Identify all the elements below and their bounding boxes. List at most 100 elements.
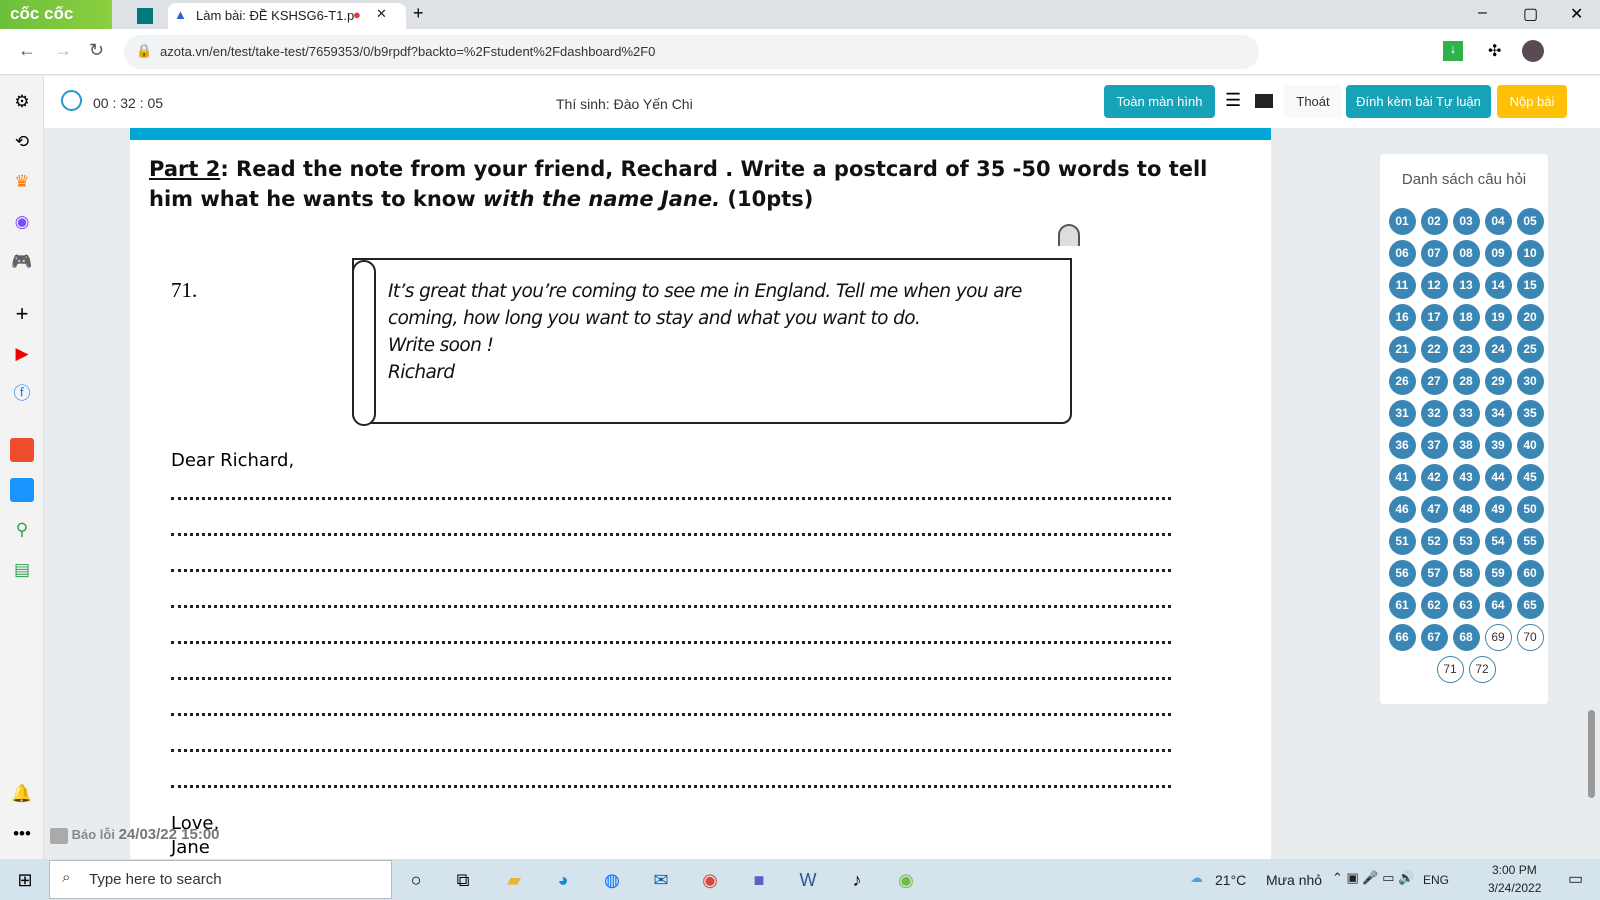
close-window-button[interactable]: ✕ — [1570, 4, 1583, 24]
question-button-52[interactable]: 52 — [1420, 528, 1448, 555]
game-icon[interactable]: 🎮 — [10, 250, 34, 274]
question-button-54[interactable]: 54 — [1484, 528, 1512, 555]
forward-button[interactable]: → — [54, 40, 72, 61]
maximize-button[interactable]: ▢ — [1523, 4, 1538, 24]
maps-icon[interactable]: ⚲ — [10, 518, 34, 542]
question-button-31[interactable]: 31 — [1388, 400, 1416, 427]
tiktok-icon[interactable]: ♪ — [844, 867, 870, 893]
extensions-icon[interactable]: ✣ — [1488, 41, 1501, 61]
question-button-20[interactable]: 20 — [1516, 304, 1544, 331]
question-button-44[interactable]: 44 — [1484, 464, 1512, 491]
action-center-icon[interactable]: ▭ — [1568, 869, 1583, 889]
question-button-58[interactable]: 58 — [1452, 560, 1480, 587]
question-button-18[interactable]: 18 — [1452, 304, 1480, 331]
question-button-47[interactable]: 47 — [1420, 496, 1448, 523]
back-button[interactable]: ← — [18, 40, 36, 61]
question-button-40[interactable]: 40 — [1516, 432, 1544, 459]
question-button-37[interactable]: 37 — [1420, 432, 1448, 459]
weather-temp[interactable]: 21°C — [1215, 872, 1246, 888]
question-button-15[interactable]: 15 — [1516, 272, 1544, 299]
shopee-icon[interactable] — [10, 438, 34, 462]
submit-button[interactable]: Nộp bài — [1497, 85, 1567, 118]
coccoc-taskbar-icon[interactable]: ◉ — [893, 867, 919, 893]
question-button-03[interactable]: 03 — [1452, 208, 1480, 235]
question-button-72[interactable]: 72 — [1468, 656, 1496, 683]
question-button-19[interactable]: 19 — [1484, 304, 1512, 331]
list-view-icon[interactable]: ☰ — [1225, 90, 1241, 111]
url-input[interactable]: 🔒 azota.vn/en/test/take-test/7659353/0/b… — [124, 35, 1259, 69]
fullscreen-button[interactable]: Toàn màn hình — [1104, 85, 1215, 118]
question-button-04[interactable]: 04 — [1484, 208, 1512, 235]
question-button-25[interactable]: 25 — [1516, 336, 1544, 363]
question-button-29[interactable]: 29 — [1484, 368, 1512, 395]
clock-time[interactable]: 3:00 PM — [1492, 863, 1537, 877]
question-button-22[interactable]: 22 — [1420, 336, 1448, 363]
question-button-38[interactable]: 38 — [1452, 432, 1480, 459]
question-button-63[interactable]: 63 — [1452, 592, 1480, 619]
question-button-41[interactable]: 41 — [1388, 464, 1416, 491]
question-button-17[interactable]: 17 — [1420, 304, 1448, 331]
question-button-53[interactable]: 53 — [1452, 528, 1480, 555]
question-button-06[interactable]: 06 — [1388, 240, 1416, 267]
download-icon[interactable]: ↓ — [1443, 41, 1463, 61]
question-button-39[interactable]: 39 — [1484, 432, 1512, 459]
question-button-45[interactable]: 45 — [1516, 464, 1544, 491]
question-button-59[interactable]: 59 — [1484, 560, 1512, 587]
question-button-26[interactable]: 26 — [1388, 368, 1416, 395]
windows-start-icon[interactable]: ⊞ — [12, 867, 38, 893]
question-button-12[interactable]: 12 — [1420, 272, 1448, 299]
question-button-13[interactable]: 13 — [1452, 272, 1480, 299]
more-icon[interactable]: ••• — [10, 822, 34, 846]
question-button-67[interactable]: 67 — [1420, 624, 1448, 651]
weather-desc[interactable]: Mưa nhỏ — [1266, 872, 1322, 888]
tray-icons[interactable]: ⌃ ▣ 🎤 ▭ 🔊 — [1332, 870, 1414, 886]
question-button-32[interactable]: 32 — [1420, 400, 1448, 427]
question-button-30[interactable]: 30 — [1516, 368, 1544, 395]
question-button-42[interactable]: 42 — [1420, 464, 1448, 491]
close-tab-icon[interactable]: ✕ — [376, 6, 387, 22]
question-button-66[interactable]: 66 — [1388, 624, 1416, 651]
sheet-icon[interactable]: ▤ — [10, 558, 34, 582]
question-button-50[interactable]: 50 — [1516, 496, 1544, 523]
question-button-69[interactable]: 69 — [1484, 624, 1512, 651]
question-button-70[interactable]: 70 — [1516, 624, 1544, 651]
question-button-46[interactable]: 46 — [1388, 496, 1416, 523]
question-button-65[interactable]: 65 — [1516, 592, 1544, 619]
question-button-28[interactable]: 28 — [1452, 368, 1480, 395]
youtube-icon[interactable]: ▶ — [10, 342, 34, 366]
question-button-35[interactable]: 35 — [1516, 400, 1544, 427]
clock-date[interactable]: 3/24/2022 — [1488, 881, 1541, 895]
question-button-34[interactable]: 34 — [1484, 400, 1512, 427]
question-button-23[interactable]: 23 — [1452, 336, 1480, 363]
question-button-51[interactable]: 51 — [1388, 528, 1416, 555]
question-button-33[interactable]: 33 — [1452, 400, 1480, 427]
question-button-08[interactable]: 08 — [1452, 240, 1480, 267]
chrome-icon[interactable]: ◉ — [697, 867, 723, 893]
question-button-55[interactable]: 55 — [1516, 528, 1544, 555]
active-tab[interactable]: ▲ Làm bài: ĐỀ KSHSG6-T1.p ● ✕ — [168, 3, 406, 29]
question-button-64[interactable]: 64 — [1484, 592, 1512, 619]
question-button-02[interactable]: 02 — [1420, 208, 1448, 235]
new-tab-button[interactable]: + — [413, 3, 424, 24]
question-button-49[interactable]: 49 — [1484, 496, 1512, 523]
question-button-57[interactable]: 57 — [1420, 560, 1448, 587]
history-icon[interactable]: ⟲ — [10, 130, 34, 154]
taskbar-search[interactable]: ⌕ Type here to search — [49, 860, 392, 899]
messenger-icon[interactable]: ◉ — [10, 210, 34, 234]
attach-essay-button[interactable]: Đính kèm bài Tự luận — [1346, 85, 1491, 118]
question-button-14[interactable]: 14 — [1484, 272, 1512, 299]
question-button-60[interactable]: 60 — [1516, 560, 1544, 587]
question-button-48[interactable]: 48 — [1452, 496, 1480, 523]
question-button-10[interactable]: 10 — [1516, 240, 1544, 267]
teams-icon[interactable]: ■ — [746, 867, 772, 893]
settings-icon[interactable]: ⚙ — [10, 90, 34, 114]
report-error-button[interactable]: Báo lỗi 24/03/22 15:00 — [50, 826, 220, 844]
zalo-icon[interactable]: ◍ — [599, 867, 625, 893]
question-button-09[interactable]: 09 — [1484, 240, 1512, 267]
question-button-62[interactable]: 62 — [1420, 592, 1448, 619]
language[interactable]: ENG — [1423, 873, 1449, 887]
question-button-43[interactable]: 43 — [1452, 464, 1480, 491]
question-button-11[interactable]: 11 — [1388, 272, 1416, 299]
question-button-68[interactable]: 68 — [1452, 624, 1480, 651]
forms-tab[interactable] — [130, 4, 160, 28]
